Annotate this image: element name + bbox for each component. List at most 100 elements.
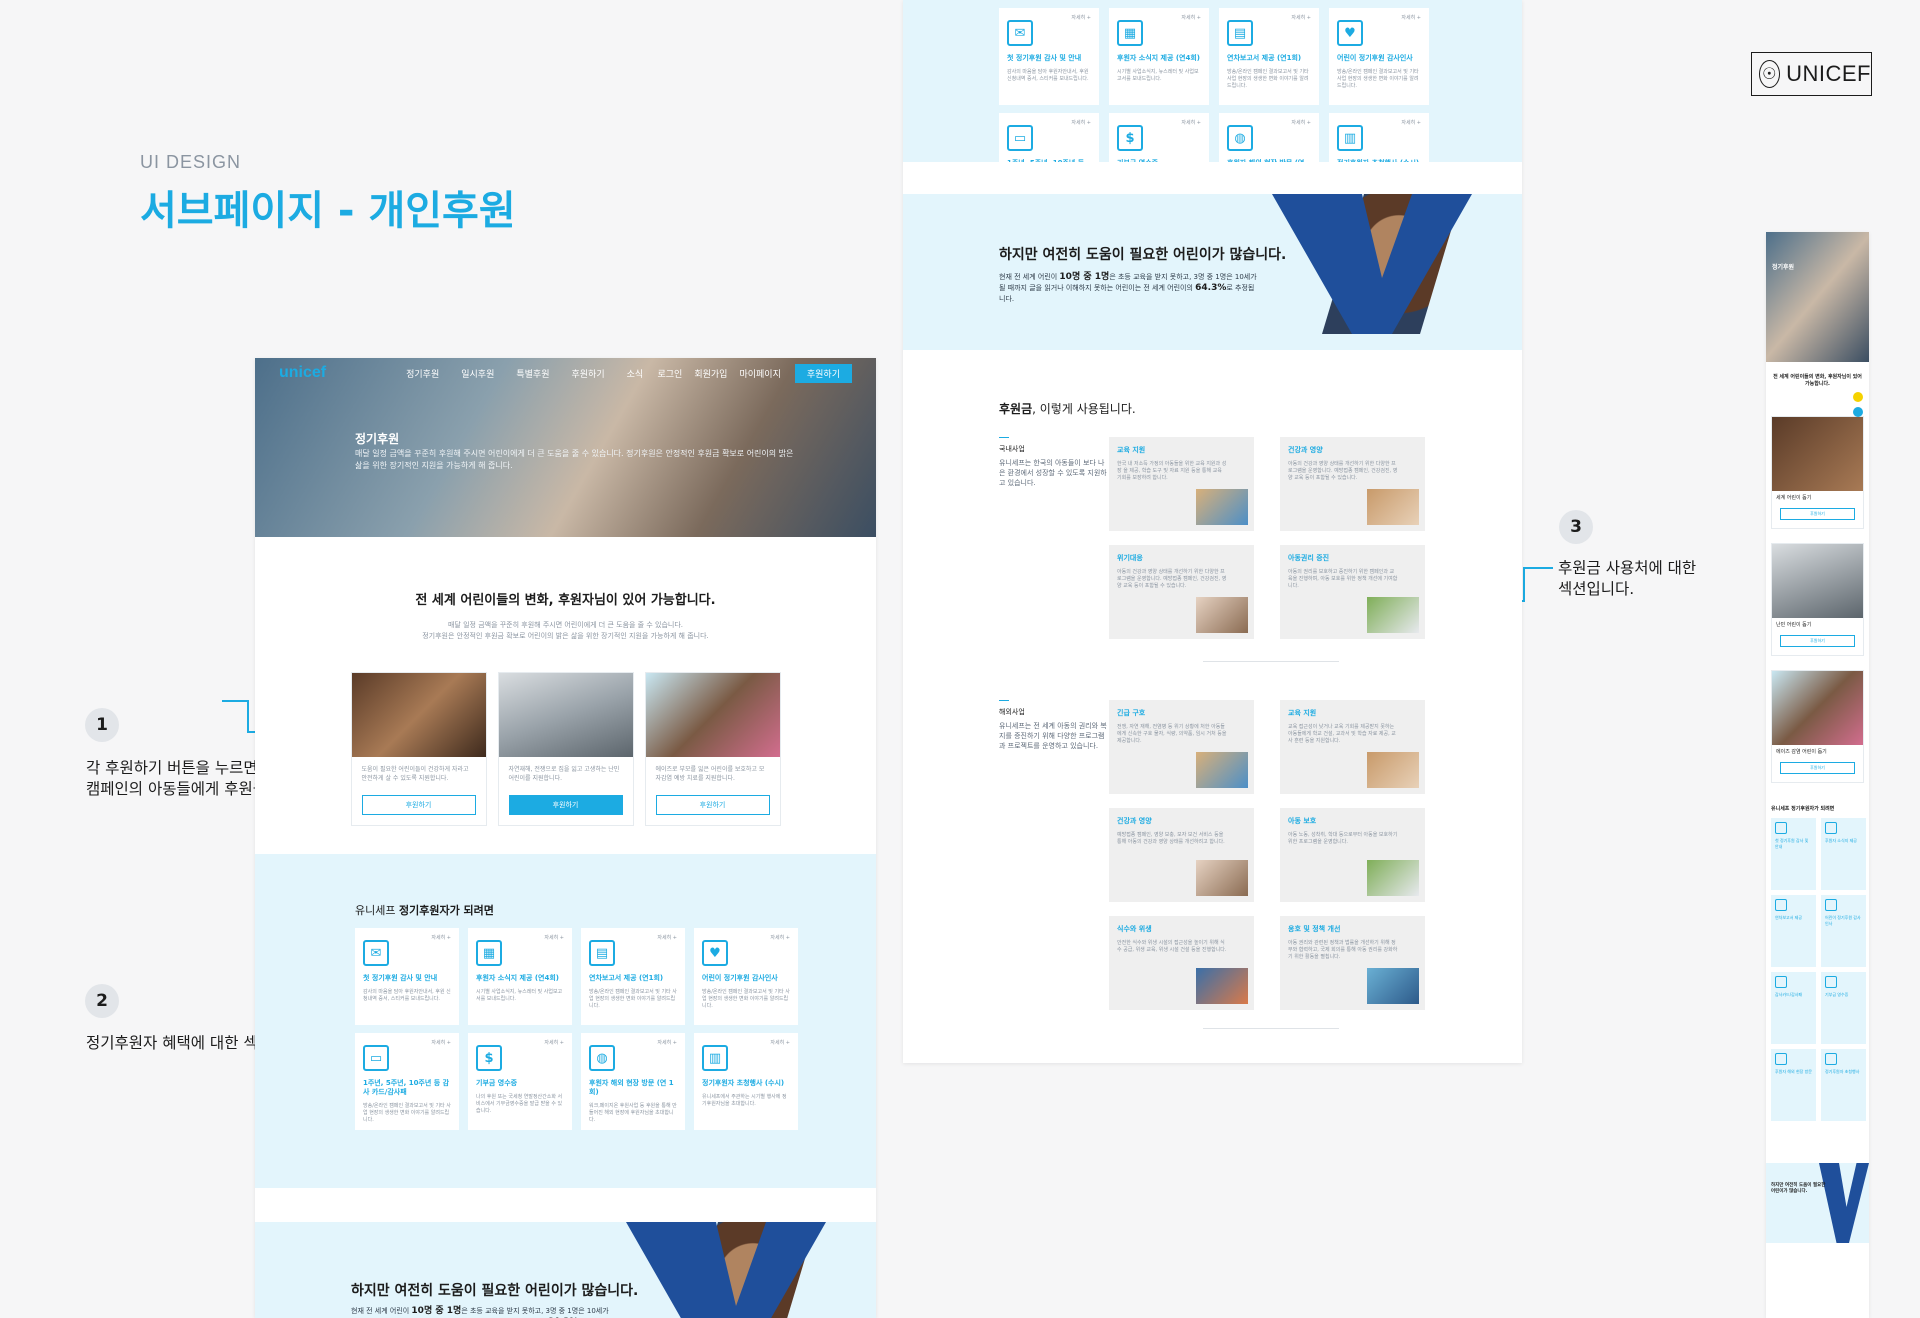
- domestic-grid: 교육 지원 한국 내 저소득 가정의 아동들을 위한 교육 지원과 성장 을 제공…: [1109, 437, 1425, 639]
- domestic-row: 국내사업 유니세프는 한국의 아동들이 보다 나은 환경에서 성장할 수 있도록…: [903, 437, 1522, 639]
- category-name: 국내사업: [999, 437, 1025, 454]
- mobile-benefit-card: 후원자 해외 현장 방문: [1771, 1049, 1816, 1121]
- need-desc: 현재 전 세계 어린이 10명 중 1명은 초등 교육을 받지 못하고, 3명 …: [351, 1306, 609, 1318]
- card-icon: ▭: [363, 1045, 389, 1071]
- chat-icon[interactable]: [1853, 392, 1863, 402]
- benefit-card: 자세히 + ▤ 연차보고서 제공 (연1회) 방송/온라인 캠페인 결과보고서 및 기…: [581, 928, 685, 1025]
- mobile-campaign-title: 에이즈 감염 어린이 돕기: [1776, 749, 1827, 755]
- more-link[interactable]: 자세히 +: [770, 934, 790, 941]
- nav-link[interactable]: 소식: [627, 367, 644, 380]
- donate-button[interactable]: 후원하기: [655, 795, 770, 815]
- usage-card-title: 긴급 구호: [1117, 709, 1146, 717]
- report-icon: ▤: [589, 940, 615, 966]
- mobile-campaign-title: 난민 어린이 돕기: [1776, 622, 1812, 628]
- benefit-title: 기부금 영수증: [476, 1079, 518, 1087]
- more-link[interactable]: 자세히 +: [1071, 119, 1091, 126]
- nav-link[interactable]: 후원하기: [572, 367, 605, 380]
- map-icon: ▦: [1117, 20, 1143, 46]
- more-link[interactable]: 자세히 +: [431, 1039, 451, 1046]
- benefit-card: 자세히 + ▦ 후원자 소식지 제공 (연4회) 시기별 사업소식지, 뉴스레터 및 …: [468, 928, 572, 1025]
- share-icon[interactable]: [1853, 407, 1863, 417]
- more-link[interactable]: 자세히 +: [431, 934, 451, 941]
- overseas-category: 해외사업 유니세프는 전 세계 아동의 권리와 복지를 증진하기 위해 다양한 …: [999, 700, 1109, 1010]
- benefit-card: 자세히 + ▤ 연차보고서 제공 (연1회) 방송/온라인 캠페인 결과보고서 및 기…: [1219, 8, 1319, 105]
- more-link[interactable]: 자세히 +: [1181, 14, 1201, 21]
- ui-tag: UI DESIGN: [140, 152, 242, 172]
- benefit-title: 후원자 소식지 제공 (연4회): [476, 974, 559, 982]
- mobile-campaign-photo: [1772, 544, 1863, 618]
- mobile-benefit-card: 기부금 영수증: [1821, 972, 1866, 1044]
- more-link[interactable]: 자세히 +: [544, 1039, 564, 1046]
- more-link[interactable]: 자세히 +: [1071, 14, 1091, 21]
- card-icon: ▭: [1007, 125, 1033, 151]
- map-icon: ▦: [476, 940, 502, 966]
- usage-card: 아동 보호 아동 노동, 성착취, 학대 등으로부터 아동을 보호하기 위한 프로…: [1280, 808, 1425, 902]
- usage-card-photo: [1367, 968, 1419, 1004]
- mobile-benefit-card: 후원자 소식지 제공: [1821, 818, 1866, 890]
- benefit-title: 연차보고서 제공 (연1회): [589, 974, 664, 982]
- nav-util-link[interactable]: 로그인: [658, 367, 683, 380]
- benefit-section: 유니세프 정기후원자가 되려면 자세히 + ✉ 첫 정기후원 감사 및 안내 감사의 …: [255, 854, 876, 1188]
- child-icon: ♥: [1337, 20, 1363, 46]
- donate-button[interactable]: 후원하기: [361, 795, 476, 815]
- nav-link[interactable]: 일시후원: [461, 367, 494, 380]
- usage-card: 아동권리 증진 아동의 권리를 보호하고 증진하기 위한 캠페인과 교육을 진행하…: [1280, 545, 1425, 639]
- more-link[interactable]: 자세히 +: [1401, 14, 1421, 21]
- more-link[interactable]: 자세히 +: [770, 1039, 790, 1046]
- nav-brand[interactable]: unicef: [279, 364, 326, 382]
- more-link[interactable]: 자세히 +: [544, 934, 564, 941]
- usage-card-title: 교육 지원: [1288, 709, 1317, 717]
- mobile-campaign-photo: [1772, 671, 1863, 745]
- building-icon: ▥: [1337, 125, 1363, 151]
- child-icon: ♥: [702, 940, 728, 966]
- usage-card-desc: 전쟁, 자연 재해, 전염병 등 위기 상황에 처한 아동들에게 신속한 구호 …: [1117, 724, 1227, 744]
- site-nav: unicef 정기후원 일시후원 특별후원 후원하기 소식 로그인 회원가입 마…: [255, 358, 876, 388]
- benefit-title: 정기후원자 초청행사 (수시): [702, 1079, 785, 1087]
- benefit-desc: 방송/온라인 캠페인 결과보고서 및 기타 사업 현장의 생생한 변화 이야기를…: [1227, 69, 1309, 89]
- usage-card-photo: [1367, 489, 1419, 525]
- benefit-desc: 감사의 마음을 담아 후원자안내서, 후원 신청내역 증서, 스티커를 보내드립…: [1007, 69, 1089, 82]
- benefit-desc: 워크,페이지온 후원사업 등 후원을 통해 만들어진 해외 현장에 후원자님을 …: [589, 1103, 677, 1123]
- benefit-desc: 시기별 사업소식지, 뉴스레터 및 사업보고서를 보내드립니다.: [1117, 69, 1199, 82]
- usage-card-desc: 아동의 건강과 영양 상태를 개선하기 위한 다양한 프로그램을 운영합니다. …: [1288, 461, 1398, 481]
- campaign-text: 도움이 필요한 어린이들이 건강하게 자라고 안전하게 살 수 있도록 지원합니…: [361, 766, 469, 782]
- more-link[interactable]: 자세히 +: [657, 1039, 677, 1046]
- nav-util-link[interactable]: 회원가입: [694, 367, 727, 380]
- more-link[interactable]: 자세히 +: [1291, 14, 1311, 21]
- more-link[interactable]: 자세히 +: [1181, 119, 1201, 126]
- usage-card-title: 아동권리 증진: [1288, 554, 1330, 562]
- intro-title: 전 세계 어린이들의 변화, 후원자님이 있어 가능합니다.: [415, 593, 716, 608]
- desktop-page-mockup: unicef 정기후원 일시후원 특별후원 후원하기 소식 로그인 회원가입 마…: [255, 358, 876, 1318]
- nav-link[interactable]: 특별후원: [516, 367, 549, 380]
- usage-heading: 후원금, 이렇게 사용됩니다.: [999, 402, 1136, 416]
- mobile-need-section: 하지만 여전히 도움이 필요한 어린이가 많습니다.: [1766, 1163, 1869, 1243]
- benefit-card: 자세히 + ◍ 후원자 해외 현장 방문 (연 1회) 워크,페이지온 후원사업 등 …: [581, 1033, 685, 1130]
- mobile-donate-button[interactable]: 후원하기: [1780, 508, 1855, 520]
- usage-card-photo: [1196, 752, 1248, 788]
- more-link[interactable]: 자세히 +: [1401, 119, 1421, 126]
- more-link[interactable]: 자세히 +: [657, 934, 677, 941]
- usage-card-title: 교육 지원: [1117, 446, 1146, 454]
- nav-link[interactable]: 정기후원: [406, 367, 439, 380]
- mobile-donate-button[interactable]: 후원하기: [1780, 762, 1855, 774]
- annotation-connector-1: [222, 700, 249, 702]
- campaign-text: 에이즈로 부모를 잃은 어린이를 보호하고 모자감염 예방 치료를 지원합니다.: [655, 766, 765, 782]
- benefit-desc: 나의 후원 또는 국세청 연말정산간소화 서비스에서 기부금영수증을 발급 받을…: [476, 1094, 563, 1114]
- unicef-logo: ☉ UNICEF: [1751, 52, 1872, 96]
- usage-card: 식수와 위생 안전한 식수와 위생 시설의 접근성을 높이기 위해 식수 공급, …: [1109, 916, 1254, 1010]
- nav-util-link[interactable]: 마이페이지: [739, 367, 780, 380]
- campaign-photo: [498, 673, 633, 757]
- donate-button[interactable]: 후원하기: [508, 795, 623, 815]
- nav-donate-button[interactable]: 후원하기: [794, 363, 852, 383]
- usage-card: 건강과 영양 예방접종 캠페인, 영양 보충, 모자 보건 서비스 등을 통해 아…: [1109, 808, 1254, 902]
- more-link[interactable]: 자세히 +: [1291, 119, 1311, 126]
- mobile-benefit-label: 기부금 영수증: [1825, 992, 1849, 997]
- benefit-desc: 감사의 마음을 담아 후원자안내서, 후원 신청내역 증서, 스티커를 보내드립…: [363, 989, 451, 1002]
- need-section: 하지만 여전히 도움이 필요한 어린이가 많습니다. 현재 전 세계 어린이 1…: [255, 1188, 876, 1318]
- campaign-list: 도움이 필요한 어린이들이 건강하게 자라고 안전하게 살 수 있도록 지원합니…: [255, 672, 876, 826]
- benefit-title: 1주년, 5주년, 10주년 등 감사 카드/감사패: [363, 1079, 450, 1096]
- benefit-grid: 자세히 + ✉ 첫 정기후원 감사 및 안내 감사의 마음을 담아 후원자안내서, 후…: [255, 928, 876, 1130]
- mobile-benefit-card: 첫 정기후원 감사 및 안내: [1771, 818, 1816, 890]
- mobile-donate-button[interactable]: 후원하기: [1780, 635, 1855, 647]
- benefit-title: 어린이 정기후원 감사인사: [1337, 54, 1413, 62]
